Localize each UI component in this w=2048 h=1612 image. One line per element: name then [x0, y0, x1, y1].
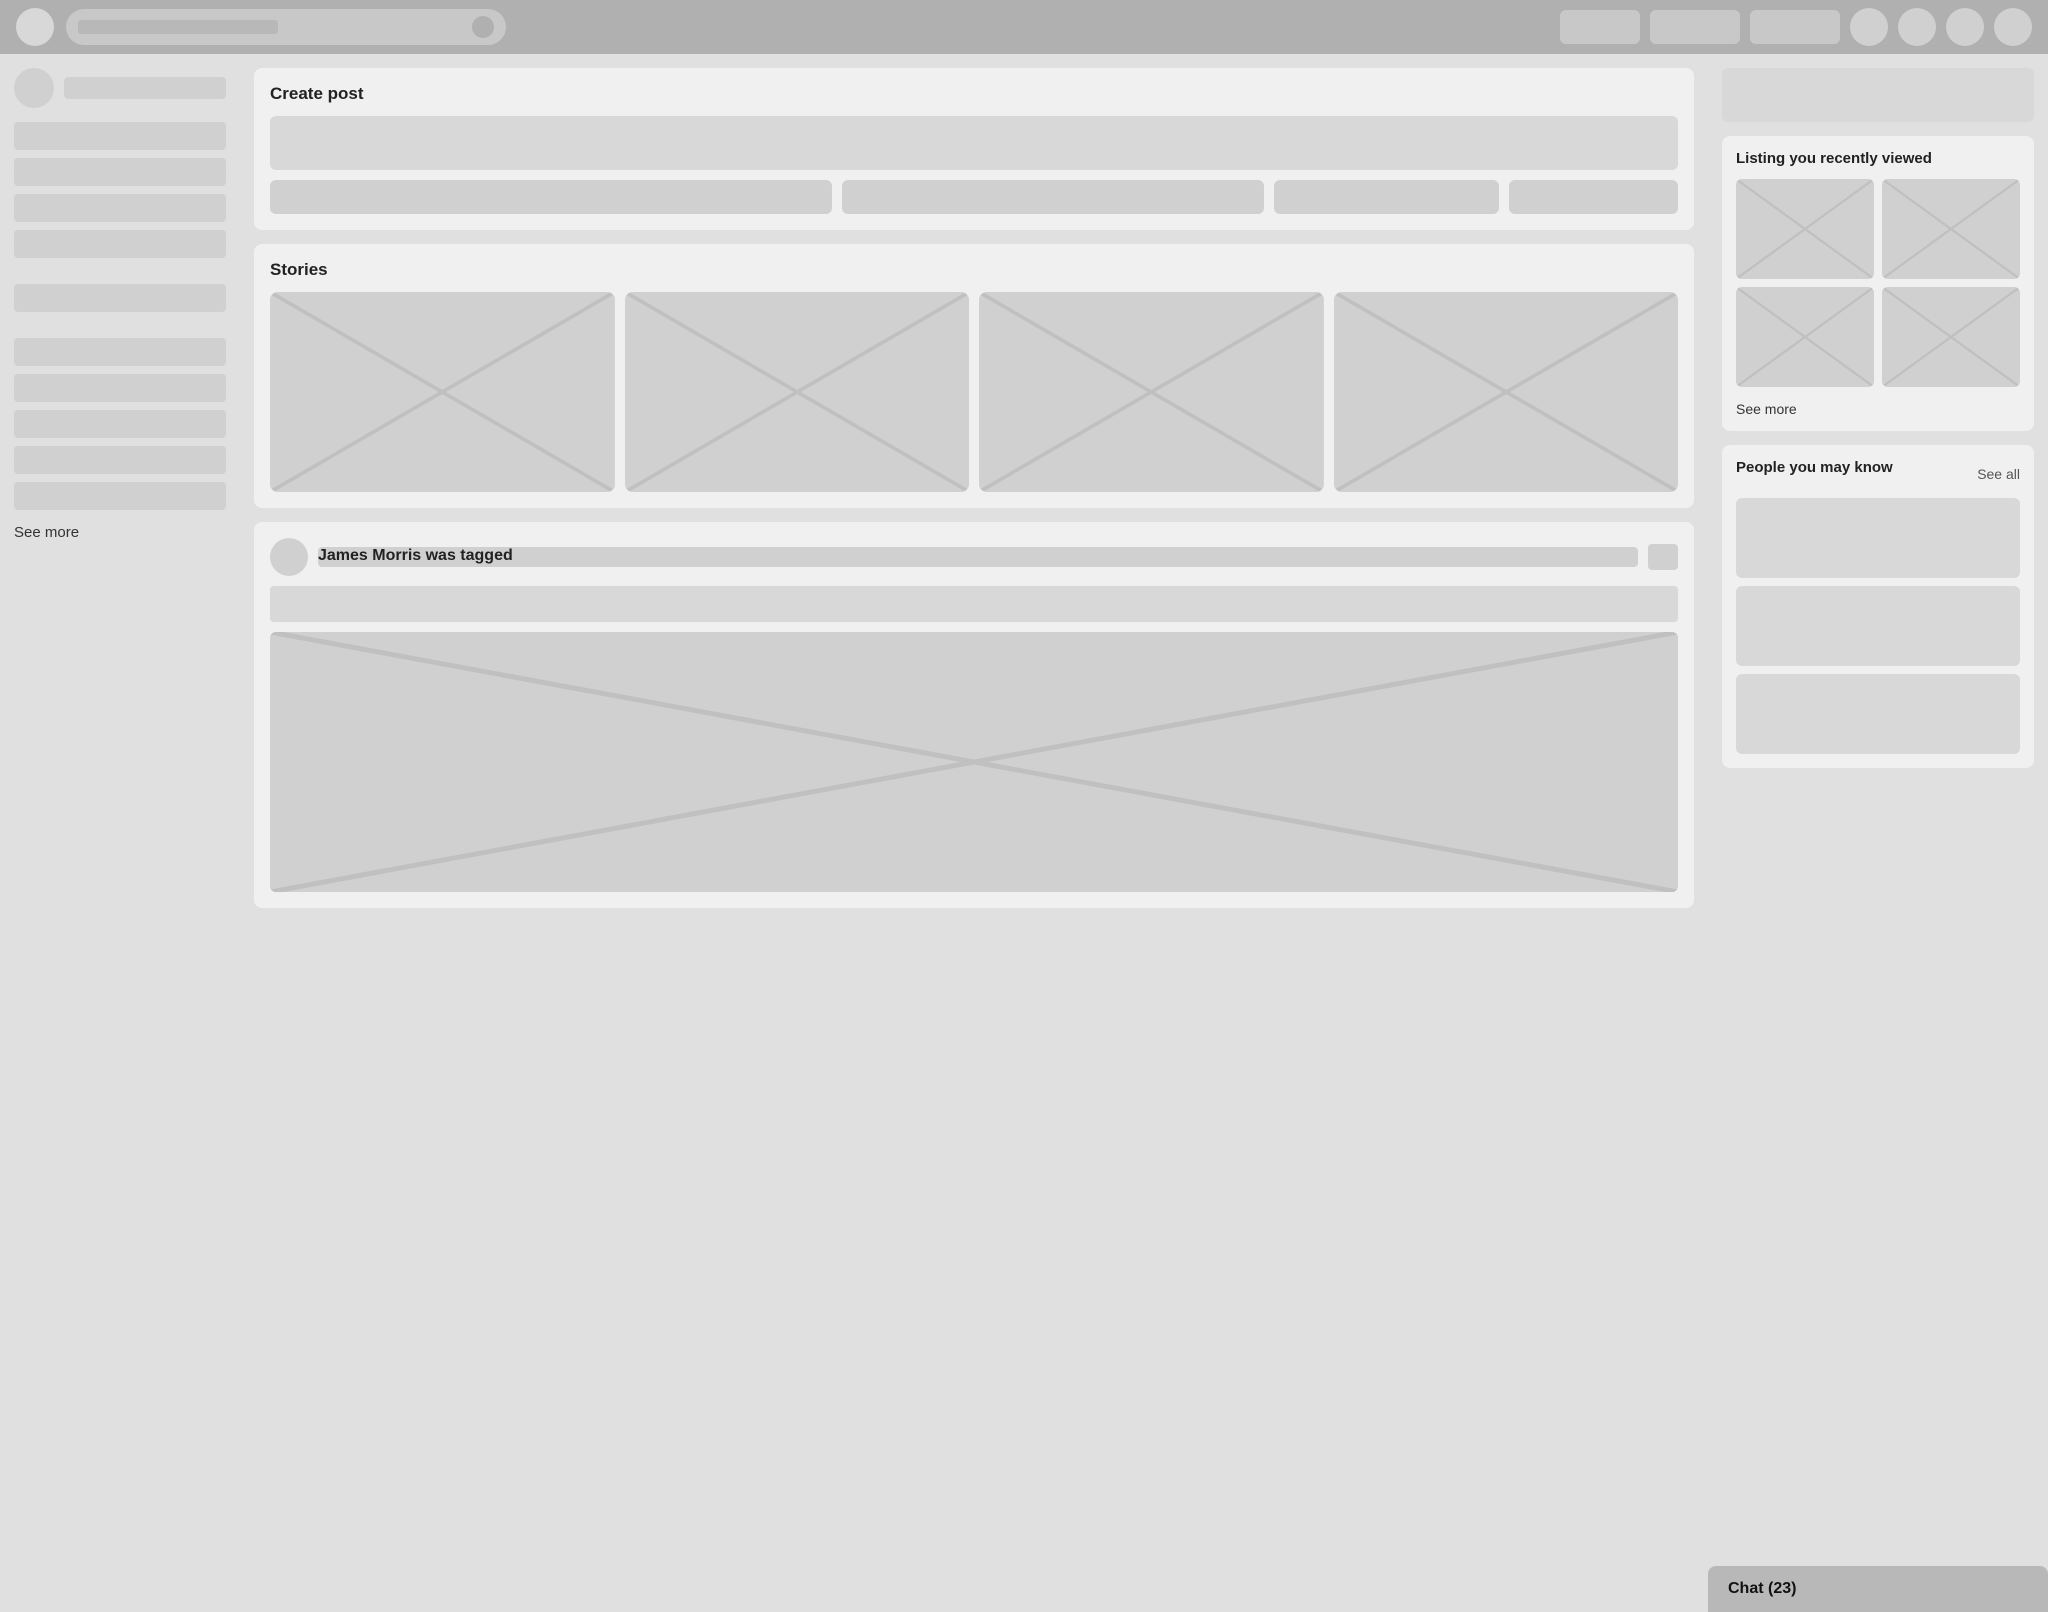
create-post-btn-photo[interactable] — [270, 180, 832, 214]
create-post-btn-video[interactable] — [842, 180, 1264, 214]
story-card-4[interactable] — [1334, 292, 1679, 492]
search-input-placeholder — [78, 20, 278, 34]
topnav-profile-3[interactable] — [1946, 8, 1984, 46]
sidebar-item-7[interactable] — [14, 374, 226, 402]
story-card-1[interactable] — [270, 292, 615, 492]
people-suggestion-1[interactable] — [1736, 498, 2020, 578]
people-suggestion-3[interactable] — [1736, 674, 2020, 754]
stories-grid — [270, 292, 1678, 492]
post-image — [270, 632, 1678, 892]
sidebar-username-bar — [64, 77, 226, 99]
people-card: People you may know See all — [1722, 445, 2034, 768]
right-top-bar — [1722, 68, 2034, 122]
people-suggestion-2[interactable] — [1736, 586, 2020, 666]
left-sidebar: See more — [0, 68, 240, 908]
logo-avatar[interactable] — [16, 8, 54, 46]
post-text-content — [270, 586, 1678, 622]
post-avatar — [270, 538, 308, 576]
right-sidebar: Listing you recently viewed — [1708, 68, 2048, 908]
sidebar-see-more[interactable]: See more — [14, 524, 226, 541]
listing-thumb-4[interactable] — [1882, 287, 2020, 387]
sidebar-item-9[interactable] — [14, 446, 226, 474]
create-post-btn-more[interactable] — [1509, 180, 1678, 214]
listings-card: Listing you recently viewed — [1722, 136, 2034, 431]
topnav-button-1[interactable] — [1560, 10, 1640, 44]
story-card-2[interactable] — [625, 292, 970, 492]
sidebar-item-5[interactable] — [14, 284, 226, 312]
people-header: People you may know See all — [1736, 459, 2020, 488]
top-navigation — [0, 0, 2048, 54]
people-see-all[interactable]: See all — [1977, 466, 2020, 482]
topnav-button-3[interactable] — [1750, 10, 1840, 44]
stories-card: Stories — [254, 244, 1694, 508]
post-author-name: James Morris was tagged — [318, 547, 1638, 567]
sidebar-item-2[interactable] — [14, 158, 226, 186]
listing-thumb-3[interactable] — [1736, 287, 1874, 387]
topnav-right — [1560, 8, 2032, 46]
sidebar-item-6[interactable] — [14, 338, 226, 366]
people-title: People you may know — [1736, 459, 1893, 476]
story-card-3[interactable] — [979, 292, 1324, 492]
sidebar-avatar[interactable] — [14, 68, 54, 108]
sidebar-profile-row — [14, 68, 226, 108]
search-bar[interactable] — [66, 9, 506, 45]
create-post-btn-feeling[interactable] — [1274, 180, 1499, 214]
listings-title: Listing you recently viewed — [1736, 150, 2020, 167]
chat-bar-title: Chat (23) — [1728, 1580, 1796, 1597]
topnav-button-2[interactable] — [1650, 10, 1740, 44]
sidebar-item-3[interactable] — [14, 194, 226, 222]
create-post-input[interactable] — [270, 116, 1678, 170]
chat-bar[interactable]: Chat (23) — [1708, 1566, 2048, 1612]
listing-thumb-1[interactable] — [1736, 179, 1874, 279]
create-post-title: Create post — [270, 84, 1678, 104]
listings-grid — [1736, 179, 2020, 387]
stories-title: Stories — [270, 260, 1678, 280]
sidebar-divider-2 — [14, 320, 226, 330]
create-post-actions — [270, 180, 1678, 214]
post-title-text: James Morris was tagged — [318, 547, 513, 564]
listings-see-more[interactable]: See more — [1736, 397, 2020, 417]
sidebar-item-10[interactable] — [14, 482, 226, 510]
sidebar-item-8[interactable] — [14, 410, 226, 438]
topnav-profile-1[interactable] — [1850, 8, 1888, 46]
search-icon[interactable] — [472, 16, 494, 38]
listing-thumb-2[interactable] — [1882, 179, 2020, 279]
main-layout: See more Create post Stories — [0, 54, 2048, 908]
topnav-profile-4[interactable] — [1994, 8, 2032, 46]
sidebar-item-4[interactable] — [14, 230, 226, 258]
sidebar-item-1[interactable] — [14, 122, 226, 150]
create-post-card: Create post — [254, 68, 1694, 230]
tagged-post-card: James Morris was tagged — [254, 522, 1694, 908]
sidebar-divider-1 — [14, 266, 226, 276]
center-feed: Create post Stories — [240, 68, 1708, 908]
post-menu-button[interactable] — [1648, 544, 1678, 570]
topnav-profile-2[interactable] — [1898, 8, 1936, 46]
post-header: James Morris was tagged — [270, 538, 1678, 576]
